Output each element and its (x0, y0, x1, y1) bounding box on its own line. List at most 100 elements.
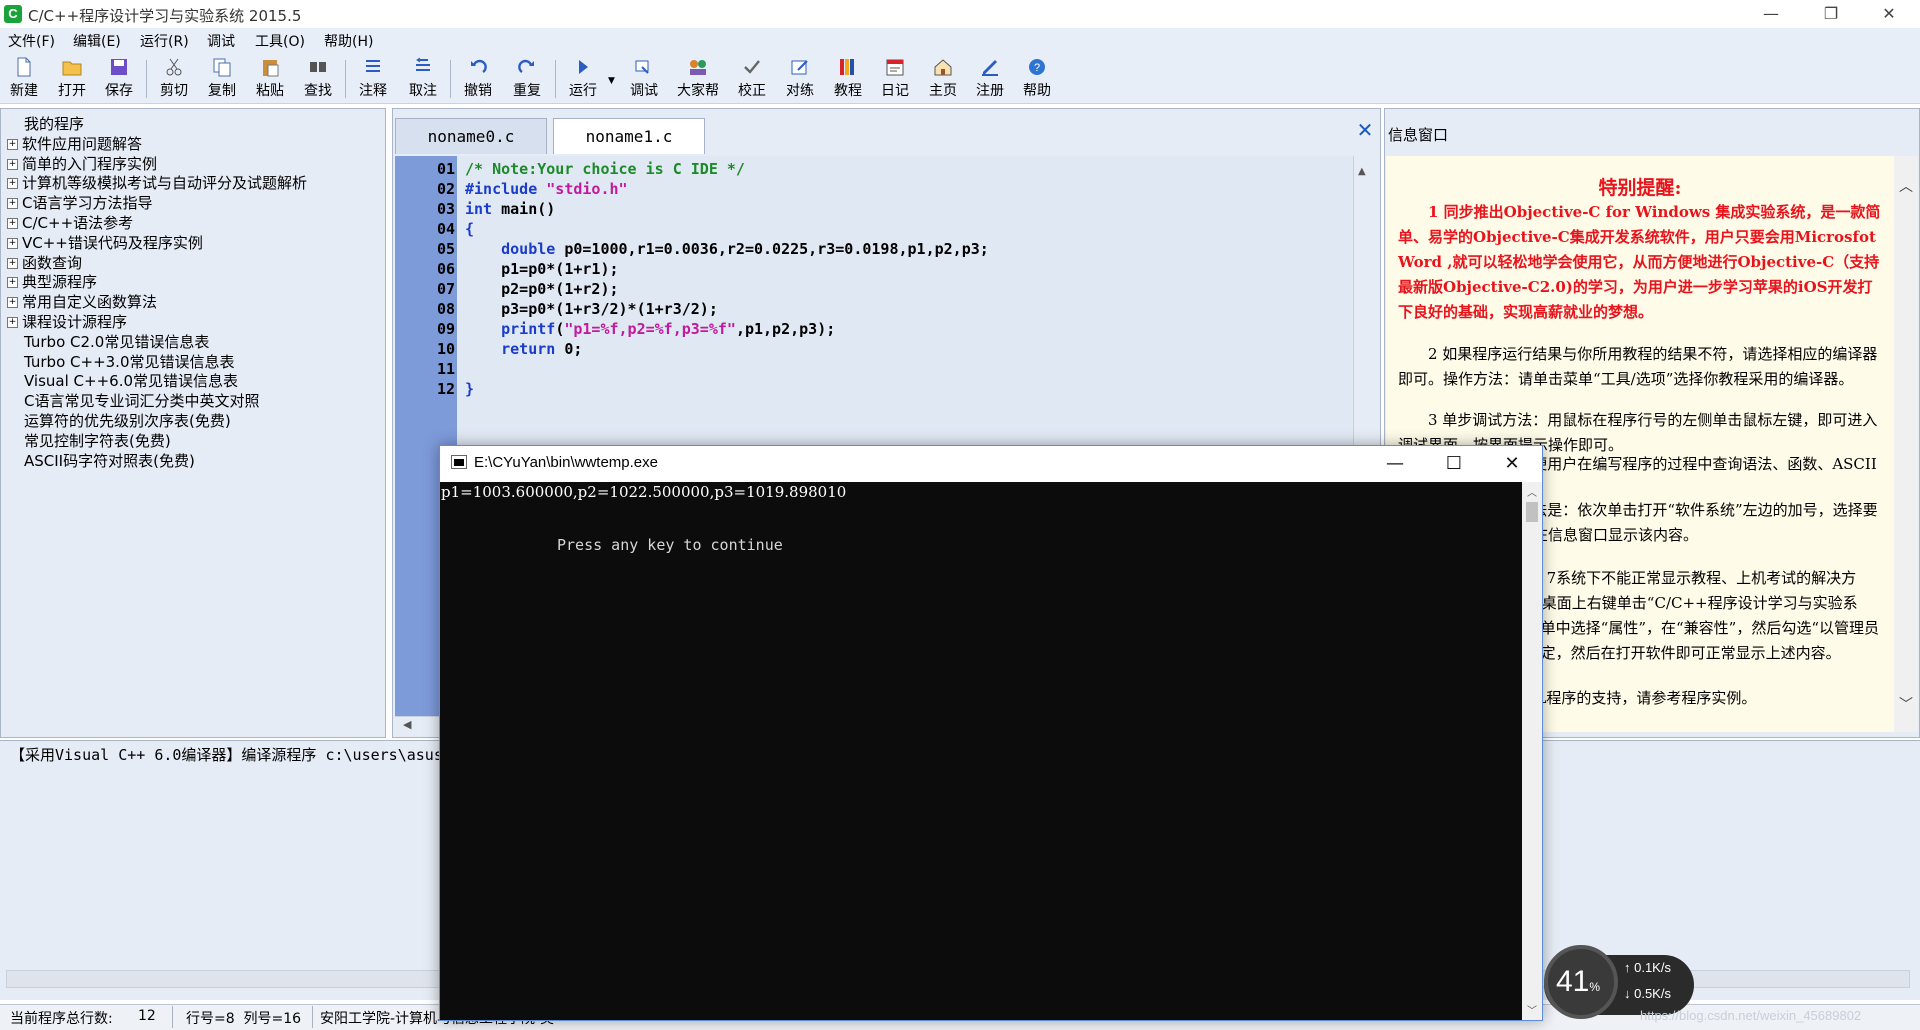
tree-item[interactable]: C语言常见专业词汇分类中英文对照 (7, 390, 259, 410)
close-button[interactable]: ✕ (1866, 2, 1912, 26)
run-dropdown-icon[interactable]: ▼ (608, 76, 615, 86)
tree-item-label: ASCII码字符对照表(免费) (24, 451, 195, 470)
menu-run[interactable]: 运行(R) (140, 31, 189, 51)
code-line[interactable]: p3=p0*(1+r3/2)*(1+r3/2); (465, 300, 718, 318)
tree-item[interactable]: + 常用自定义函数算法 (7, 291, 157, 311)
tab-noname1[interactable]: noname1.c (553, 118, 705, 154)
copy-button[interactable]: 复制 (200, 54, 244, 102)
expand-plus-icon[interactable]: + (7, 178, 18, 190)
scroll-down-icon[interactable]: ﹀ (1899, 694, 1913, 714)
paste-button[interactable]: 粘贴 (248, 54, 292, 102)
tree-item[interactable]: + 计算机等级模拟考试与自动评分及试题解析 (7, 172, 307, 192)
correct-button[interactable]: 校正 (730, 54, 774, 102)
line-number[interactable]: 03 (395, 200, 455, 218)
tree-item[interactable]: 运算符的优先级别次序表(免费) (7, 410, 231, 430)
comment-button[interactable]: 注释 (351, 54, 395, 102)
tree-item[interactable]: ASCII码字符对照表(免费) (7, 450, 195, 470)
menu-debug[interactable]: 调试 (207, 31, 235, 51)
expand-plus-icon[interactable]: + (7, 277, 18, 289)
minimize-button[interactable]: — (1748, 2, 1794, 26)
tutorial-button[interactable]: 教程 (826, 54, 870, 102)
new-button[interactable]: 新建 (2, 54, 46, 102)
line-number[interactable]: 05 (395, 240, 455, 258)
open-button[interactable]: 打开 (50, 54, 94, 102)
scroll-up-icon[interactable]: ▲ (1358, 166, 1366, 177)
debug-button[interactable]: 调试 (622, 54, 666, 102)
tree-item[interactable]: + 软件应用问题解答 (7, 133, 142, 153)
menu-file[interactable]: 文件(F) (8, 31, 55, 51)
scroll-up-icon[interactable]: ︿ (1899, 176, 1913, 196)
menu-tools[interactable]: 工具(O) (255, 31, 305, 51)
uncomment-button[interactable]: 取注 (401, 54, 445, 102)
scroll-down-icon[interactable]: ﹀ (1527, 1002, 1537, 1017)
maximize-button[interactable]: ❐ (1808, 2, 1854, 26)
console-maximize-button[interactable]: ☐ (1425, 447, 1483, 481)
tree-item[interactable]: + C/C++语法参考 (7, 212, 133, 232)
line-number[interactable]: 01 (395, 160, 455, 178)
tree-item[interactable]: 我的程序 (7, 113, 84, 133)
help-label: 帮助 (1023, 83, 1051, 99)
tree-item[interactable]: 常见控制字符表(免费) (7, 430, 171, 450)
tab-noname0[interactable]: noname0.c (395, 118, 547, 154)
expand-plus-icon[interactable]: + (7, 317, 18, 328)
menu-help[interactable]: 帮助(H) (324, 31, 373, 51)
homepage-button[interactable]: 主页 (921, 54, 965, 102)
expand-plus-icon[interactable]: + (7, 297, 18, 309)
console-minimize-button[interactable]: — (1366, 447, 1424, 481)
undo-button[interactable]: 撤销 (456, 54, 500, 102)
code-line[interactable]: { (465, 220, 474, 238)
code-line[interactable]: int main() (465, 200, 555, 218)
run-button[interactable]: 运行 (561, 54, 605, 102)
tree-item[interactable]: + VC++错误代码及程序实例 (7, 232, 203, 252)
console-close-button[interactable]: ✕ (1483, 447, 1541, 481)
menu-edit[interactable]: 编辑(E) (73, 31, 121, 51)
expand-plus-icon[interactable]: + (7, 138, 18, 150)
redo-button[interactable]: 重复 (505, 54, 549, 102)
line-number[interactable]: 10 (395, 340, 455, 358)
find-button[interactable]: 查找 (296, 54, 340, 102)
code-line[interactable]: p1=p0*(1+r1); (465, 260, 618, 278)
practice-button[interactable]: 对练 (778, 54, 822, 102)
line-number[interactable]: 11 (395, 360, 455, 378)
console-output[interactable] (440, 482, 1522, 1020)
line-number[interactable]: 12 (395, 380, 455, 398)
code-line[interactable]: /* Note:Your choice is C IDE */ (465, 160, 745, 178)
console-scroll-thumb[interactable] (1526, 502, 1538, 522)
code-line[interactable]: return 0; (465, 340, 582, 358)
save-button[interactable]: 保存 (97, 54, 141, 102)
help-each-other-button[interactable]: 大家帮 (672, 54, 724, 102)
tree-item[interactable]: Turbo C++3.0常见错误信息表 (7, 351, 235, 371)
tree-item[interactable]: Turbo C2.0常见错误信息表 (7, 331, 209, 351)
tree-item[interactable]: + 简单的入门程序实例 (7, 153, 157, 173)
line-number[interactable]: 02 (395, 180, 455, 198)
code-line[interactable]: printf("p1=%f,p2=%f,p3=%f",p1,p2,p3); (465, 320, 835, 338)
scroll-up-icon[interactable]: ︿ (1527, 484, 1537, 499)
code-line[interactable]: p2=p0*(1+r2); (465, 280, 618, 298)
line-number[interactable]: 09 (395, 320, 455, 338)
diary-button[interactable]: 日记 (873, 54, 917, 102)
tree-item[interactable]: + C语言学习方法指导 (7, 192, 152, 212)
help-button[interactable]: ? 帮助 (1015, 54, 1059, 102)
tree-item[interactable]: Visual C++6.0常见错误信息表 (7, 370, 238, 390)
console-scrollbar[interactable]: ︿ ﹀ (1522, 482, 1542, 1020)
tree-item[interactable]: + 函数查询 (7, 252, 82, 272)
code-line[interactable]: } (465, 380, 474, 398)
expand-plus-icon[interactable]: + (7, 218, 18, 229)
register-button[interactable]: 注册 (968, 54, 1012, 102)
cut-button[interactable]: 剪切 (152, 54, 196, 102)
line-number[interactable]: 04 (395, 220, 455, 238)
scroll-left-icon[interactable]: ◀ (403, 718, 411, 731)
tree-item[interactable]: + 典型源程序 (7, 271, 97, 291)
code-line[interactable]: #include "stdio.h" (465, 180, 628, 198)
expand-plus-icon[interactable]: + (7, 198, 18, 210)
expand-plus-icon[interactable]: + (7, 237, 18, 249)
line-number[interactable]: 08 (395, 300, 455, 318)
info-scrollbar[interactable]: ︿ ﹀ (1894, 156, 1918, 732)
line-number[interactable]: 06 (395, 260, 455, 278)
code-line[interactable]: double p0=1000,r1=0.0036,r2=0.0225,r3=0.… (465, 240, 989, 258)
expand-plus-icon[interactable]: + (7, 158, 18, 170)
expand-plus-icon[interactable]: + (7, 257, 18, 269)
tree-item[interactable]: + 课程设计源程序 (7, 311, 127, 331)
line-number[interactable]: 07 (395, 280, 455, 298)
close-tab-icon[interactable]: ✕ (1356, 120, 1374, 140)
